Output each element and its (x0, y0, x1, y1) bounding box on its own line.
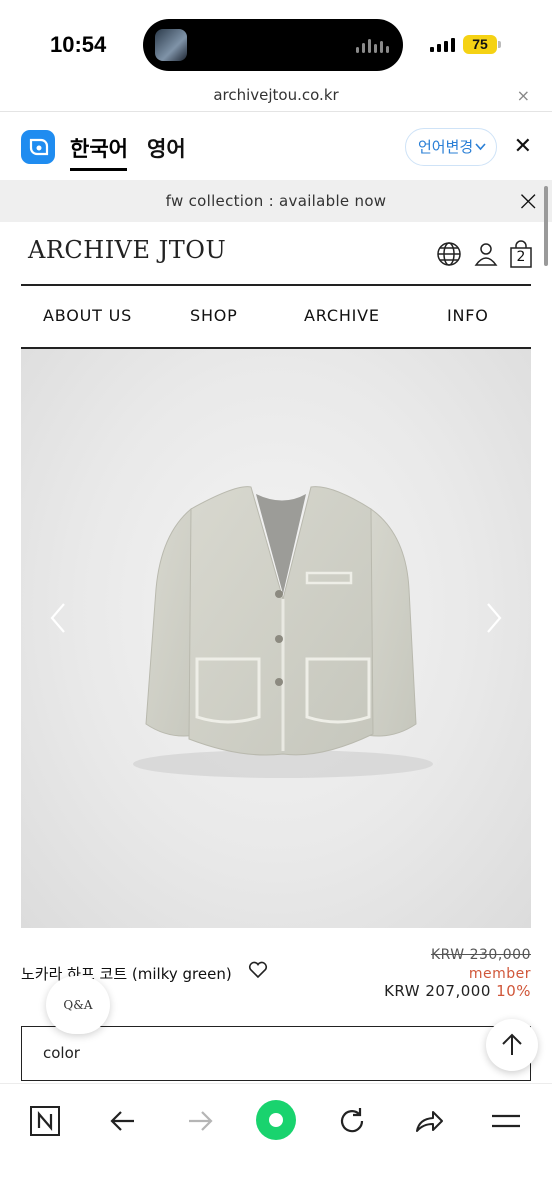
color-select[interactable]: color (21, 1026, 531, 1081)
member-label: member (468, 966, 531, 982)
arrow-up-icon (502, 1033, 522, 1055)
naver-icon[interactable] (28, 1104, 62, 1138)
cart-count: 2 (516, 249, 526, 265)
active-tab-underline (70, 168, 127, 171)
audio-wave-icon (356, 37, 389, 53)
signal-icon (430, 38, 455, 52)
url-text[interactable]: archivejtou.co.kr (0, 86, 552, 104)
status-bar: 10:54 75 (0, 0, 552, 84)
header-divider (21, 284, 531, 286)
nav-about-us[interactable]: ABOUT US (43, 306, 132, 325)
url-bar[interactable]: archivejtou.co.kr × (0, 84, 552, 112)
dynamic-island[interactable] (143, 19, 403, 71)
announcement-bar: fw collection : available now × (0, 180, 552, 222)
status-time: 10:54 (50, 32, 107, 57)
user-icon[interactable] (472, 240, 500, 268)
papago-icon[interactable] (21, 130, 55, 164)
refresh-icon[interactable] (335, 1104, 369, 1138)
qa-button[interactable]: Q&A (46, 976, 110, 1034)
product-image[interactable] (21, 349, 531, 928)
color-select-label: color (43, 1044, 80, 1062)
now-playing-artwork (155, 29, 187, 61)
scrollbar[interactable] (544, 186, 548, 266)
original-price: KRW 230,000 (430, 947, 531, 963)
battery-indicator: 75 (463, 35, 497, 54)
green-dot-icon[interactable] (256, 1100, 296, 1140)
cart-icon[interactable]: 2 (508, 240, 536, 268)
nav-shop[interactable]: SHOP (190, 306, 238, 325)
announcement-close-button[interactable]: × (517, 184, 540, 217)
chevron-left-icon[interactable] (48, 600, 68, 645)
share-icon[interactable] (412, 1104, 446, 1138)
translate-close-button[interactable]: ✕ (514, 134, 532, 159)
target-language-tab[interactable]: 영어 (147, 133, 186, 163)
chevron-right-icon[interactable] (484, 600, 504, 645)
product-name: 노카라 하프 코트 (milky green) (21, 965, 232, 983)
chevron-down-icon (475, 129, 486, 179)
translate-bar: 한국어 영어 언어변경 ✕ (0, 113, 552, 180)
announcement-text: fw collection : available now (165, 192, 387, 210)
globe-icon[interactable] (435, 240, 463, 268)
scroll-top-button[interactable] (486, 1019, 538, 1071)
back-icon[interactable] (106, 1104, 140, 1138)
nav-archive[interactable]: ARCHIVE (304, 306, 380, 325)
site-logo[interactable]: ARCHIVE JTOU (28, 236, 226, 264)
forward-icon[interactable] (183, 1104, 217, 1138)
nav-info[interactable]: INFO (447, 306, 489, 325)
menu-icon[interactable] (489, 1104, 523, 1138)
browser-toolbar (0, 1083, 552, 1200)
source-language-tab[interactable]: 한국어 (70, 133, 128, 163)
heart-icon[interactable] (248, 960, 268, 985)
sale-price-line: KRW 207,000 10% (384, 982, 531, 1000)
sale-price: KRW 207,000 (384, 982, 491, 1000)
change-language-label: 언어변경 (418, 138, 474, 156)
url-close-button[interactable]: × (517, 86, 530, 105)
battery-tip (498, 41, 501, 48)
discount-rate: 10% (496, 982, 531, 1000)
change-language-button[interactable]: 언어변경 (405, 128, 497, 166)
